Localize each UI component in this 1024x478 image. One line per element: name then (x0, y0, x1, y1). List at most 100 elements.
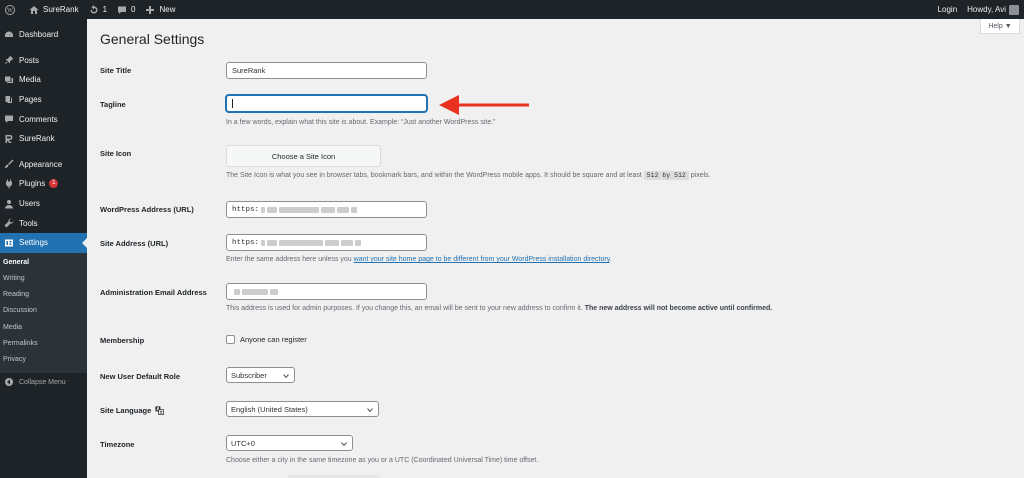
surerank-icon (5, 134, 12, 143)
submenu-general[interactable]: General (0, 255, 87, 271)
redacted-text (270, 288, 278, 295)
new-content-menu[interactable]: New (140, 0, 180, 19)
site-language-value: English (United States) (231, 404, 308, 414)
anyone-can-register-label[interactable]: Anyone can register (240, 335, 307, 344)
sidebar-item-label: Tools (19, 218, 38, 228)
sidebar-item-pages[interactable]: Pages (0, 90, 87, 110)
submenu-discussion[interactable]: Discussion (0, 303, 87, 319)
default-role-select[interactable]: Subscriber (226, 367, 295, 383)
site-name-menu[interactable]: SureRank (24, 0, 84, 19)
site-icon-description-text: The Site Icon is what you see in browser… (226, 172, 642, 179)
site-language-label: Site Language A文 (100, 406, 165, 415)
main-content: Help ▼ General Settings Site Title SureR… (87, 19, 1024, 478)
site-address-label: Site Address (URL) (100, 239, 169, 248)
wordpress-logo-icon: W (5, 4, 15, 15)
icon-size-code: 512 by 512 (643, 171, 689, 180)
updates-menu[interactable]: 1 (84, 0, 112, 19)
page-title: General Settings (100, 31, 205, 47)
redacted-text (261, 206, 266, 213)
submenu-privacy[interactable]: Privacy (0, 352, 87, 368)
svg-text:文: 文 (159, 410, 164, 415)
login-label: Login (937, 5, 958, 14)
submenu-permalinks[interactable]: Permalinks (0, 336, 87, 352)
site-address-description-text: Enter the same address here unless you (226, 256, 352, 263)
redacted-text (234, 288, 240, 295)
site-address-description: Enter the same address here unless you w… (226, 256, 612, 263)
submenu-media[interactable]: Media (0, 320, 87, 336)
chevron-down-icon (367, 408, 373, 413)
chevron-down-icon (283, 374, 289, 379)
sidebar-item-settings[interactable]: Settings (0, 232, 87, 253)
choose-site-icon-button[interactable]: Choose a Site Icon (226, 145, 381, 167)
svg-text:W: W (7, 8, 13, 14)
redacted-text (351, 206, 358, 213)
redacted-text (267, 239, 278, 246)
new-label: New (159, 5, 176, 14)
sidebar-item-surerank[interactable]: SureRank (0, 129, 87, 149)
site-name: SureRank (43, 5, 79, 14)
sidebar-item-users[interactable]: Users (0, 194, 87, 214)
site-home-page-link[interactable]: want your site home page to be different… (354, 256, 610, 263)
submenu-reading[interactable]: Reading (0, 287, 87, 303)
submenu-writing[interactable]: Writing (0, 271, 87, 287)
sidebar-item-appearance[interactable]: Appearance (0, 155, 87, 175)
collapse-menu-button[interactable]: Collapse Menu (0, 373, 87, 393)
admin-email-label: Administration Email Address (100, 288, 207, 297)
sidebar-item-tools[interactable]: Tools (0, 213, 87, 233)
timezone-value: UTC+0 (231, 438, 255, 448)
text-caret (232, 99, 233, 108)
default-role-value: Subscriber (231, 370, 267, 380)
site-address-input[interactable]: https: (226, 234, 427, 251)
brush-icon (4, 159, 13, 169)
wrench-icon (4, 218, 14, 228)
dashboard-icon (4, 31, 13, 37)
settings-icon (4, 239, 13, 247)
redacted-text (321, 206, 336, 213)
site-title-input[interactable]: SureRank (226, 62, 427, 79)
site-icon-label: Site Icon (100, 149, 132, 158)
user-icon (4, 199, 13, 209)
home-icon (29, 5, 39, 14)
redacted-text (242, 288, 268, 295)
tagline-input[interactable] (226, 95, 427, 112)
annotation-arrow-icon (439, 95, 529, 115)
comments-count: 0 (131, 5, 136, 14)
redacted-text (325, 239, 340, 246)
pin-icon (4, 55, 13, 65)
my-account-menu[interactable]: Howdy, Avi (962, 0, 1024, 19)
plugin-update-badge: 1 (49, 179, 59, 189)
site-icon-description: The Site Icon is what you see in browser… (226, 171, 711, 180)
redacted-text (279, 206, 320, 213)
timezone-description: Choose either a city in the same timezon… (226, 457, 539, 464)
wordpress-address-label: WordPress Address (URL) (100, 205, 194, 214)
timezone-select[interactable]: UTC+0 (226, 435, 353, 451)
sidebar-item-media[interactable]: Media (0, 70, 87, 90)
default-role-label: New User Default Role (100, 372, 181, 381)
sidebar-item-label: Users (19, 199, 40, 209)
site-title-label: Site Title (100, 66, 132, 75)
sidebar-item-label: Media (19, 75, 41, 85)
sidebar-item-label: Posts (19, 55, 40, 65)
site-language-select[interactable]: English (United States) (226, 401, 379, 417)
sidebar-item-plugins[interactable]: Plugins 1 (0, 174, 87, 194)
sidebar-item-label: Appearance (19, 159, 63, 169)
sidebar-item-comments[interactable]: Comments (0, 109, 87, 129)
redacted-text (267, 206, 278, 213)
site-title-value: SureRank (232, 66, 266, 75)
admin-sidebar: Dashboard Posts Media Pages Comments Sur… (0, 19, 87, 478)
anyone-can-register-checkbox[interactable] (226, 335, 235, 344)
admin-bar: W SureRank 1 0 New Login Howdy, Avi (0, 0, 1024, 19)
admin-email-input[interactable] (226, 283, 427, 300)
login-link[interactable]: Login (933, 0, 963, 19)
comment-icon (4, 115, 13, 124)
media-icon (4, 76, 13, 83)
wordpress-address-input[interactable]: https: (226, 201, 427, 218)
sidebar-item-dashboard[interactable]: Dashboard (0, 25, 87, 45)
sidebar-item-label: Dashboard (19, 30, 59, 40)
updates-count: 1 (102, 5, 108, 14)
help-tab-button[interactable]: Help ▼ (980, 19, 1020, 34)
comments-menu[interactable]: 0 (112, 0, 140, 19)
wordpress-logo-menu[interactable]: W (0, 0, 24, 19)
sidebar-item-posts[interactable]: Posts (0, 51, 87, 71)
pages-icon (5, 95, 12, 103)
